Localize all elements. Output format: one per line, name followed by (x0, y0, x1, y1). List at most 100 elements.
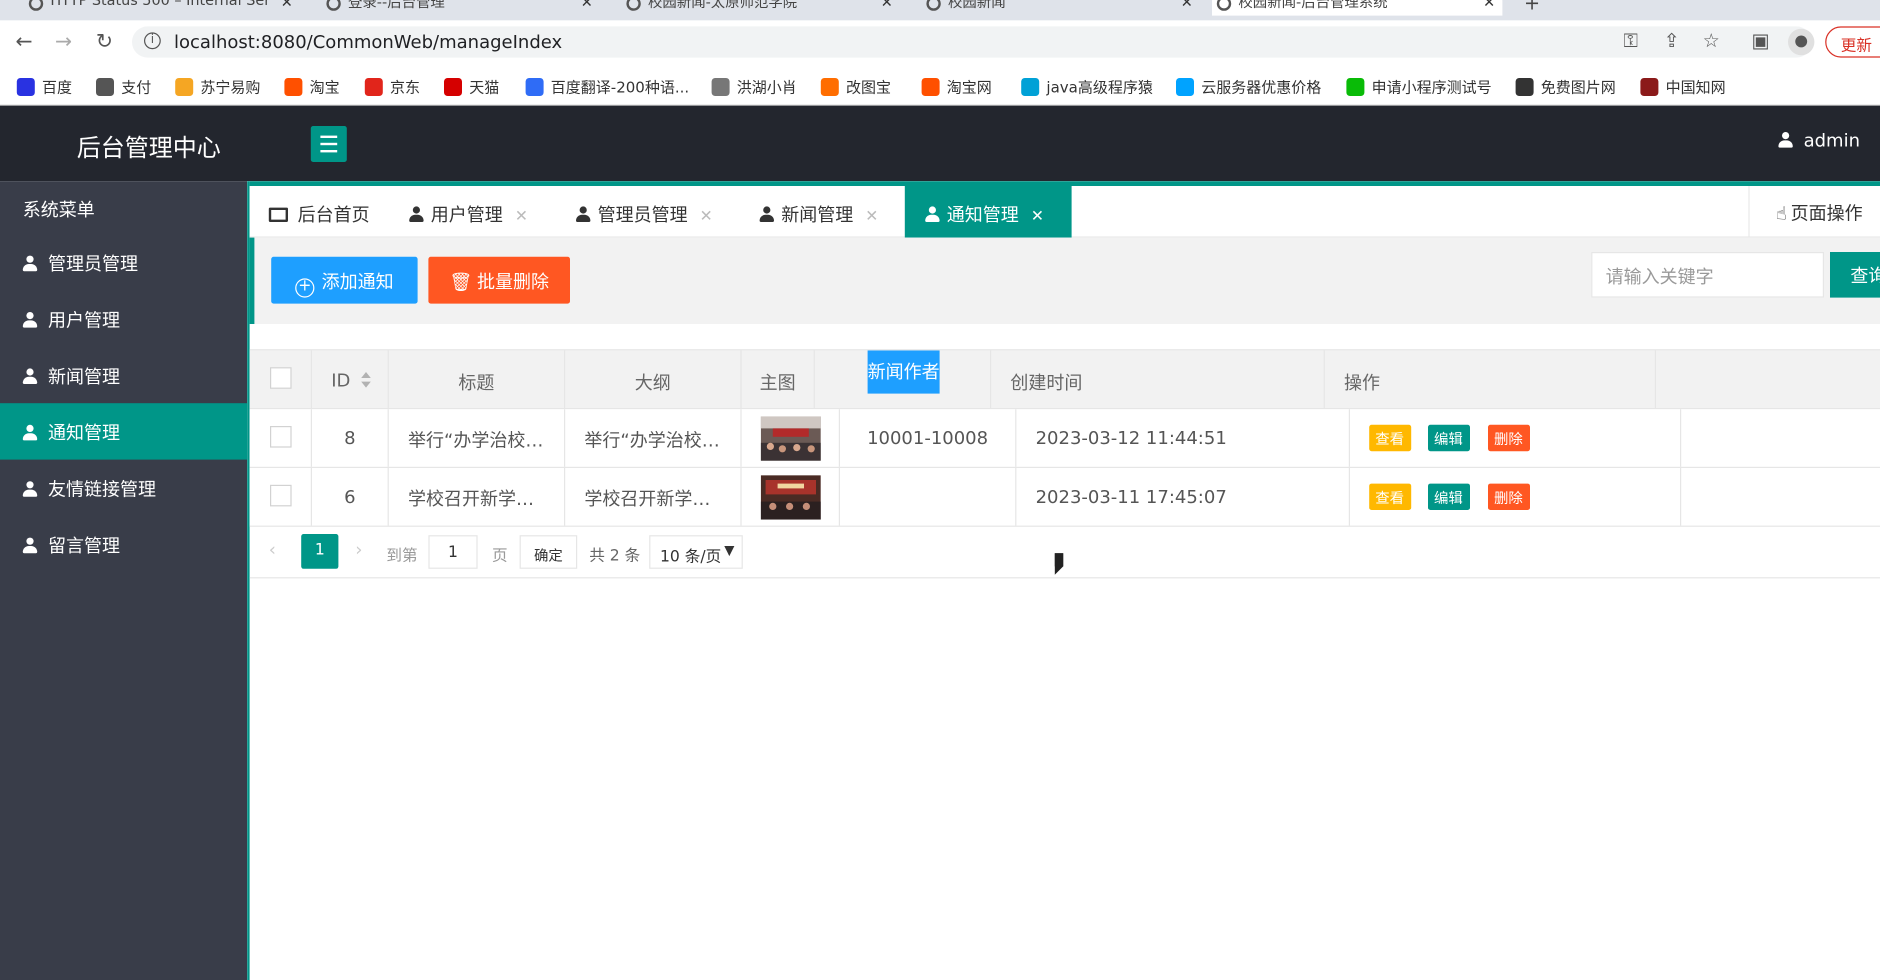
bookmark-icon (820, 78, 839, 96)
user-icon (22, 368, 38, 384)
next-page-icon[interactable]: › (355, 539, 362, 561)
bookmark-icon (1021, 78, 1040, 96)
prev-page-icon[interactable]: ‹ (269, 539, 276, 561)
back-icon[interactable]: ← (12, 30, 36, 54)
bookmark-item[interactable]: 改图宝 (820, 74, 891, 97)
select-all-checkbox[interactable] (250, 350, 312, 409)
close-icon[interactable]: ✕ (881, 0, 893, 11)
total-count: 共 2 条 (589, 547, 641, 566)
tab-users[interactable]: 用户管理 ✕ (409, 186, 528, 238)
page-operations-button[interactable]: ☝ 页面操作 (1748, 186, 1880, 238)
menu-toggle-button[interactable] (310, 126, 347, 162)
close-icon[interactable]: ✕ (1181, 0, 1193, 11)
column-outline: 大纲 (565, 350, 742, 409)
close-icon[interactable]: ✕ (281, 0, 293, 11)
bookmark-item[interactable]: 苏宁易购 (175, 74, 260, 97)
browser-tab[interactable]: 校园新闻-太原师范学院 ✕ (622, 0, 900, 16)
news-thumbnail[interactable] (760, 475, 821, 520)
current-page[interactable]: 1 (301, 534, 339, 569)
key-icon[interactable]: ⚿ (1618, 29, 1644, 53)
tab-notices[interactable]: 通知管理 ✕ (904, 186, 1072, 238)
tab-home[interactable]: 后台首页 (268, 186, 370, 238)
bookmark-item[interactable]: 淘宝 (284, 74, 340, 97)
globe-icon (926, 0, 941, 11)
confirm-page-button[interactable]: 确定 (519, 535, 578, 569)
sidebar-item-notices[interactable]: 通知管理 (0, 403, 248, 460)
user-icon (22, 537, 38, 554)
checkbox[interactable] (270, 367, 292, 389)
info-icon[interactable]: i (144, 32, 161, 50)
view-button[interactable]: 查看 (1369, 424, 1412, 452)
profile-icon[interactable]: ● (1788, 28, 1815, 56)
sidepanel-icon[interactable]: ▣ (1747, 29, 1773, 52)
share-icon[interactable]: ⇪ (1658, 29, 1684, 52)
news-thumbnail[interactable] (760, 416, 821, 461)
row-checkbox[interactable] (250, 468, 312, 526)
delete-button[interactable]: 删除 (1488, 424, 1530, 452)
page-size-select[interactable]: 10 条/页 ▼ (649, 535, 743, 569)
content-area: 后台首页 用户管理 ✕ 管理员管理 ✕ 新闻管理 ✕ 通知管理 ✕ ☝ 页面操作 + 添加通… (247, 181, 1880, 980)
sort-icon[interactable] (360, 372, 372, 389)
forward-icon[interactable]: → (52, 30, 76, 54)
browser-tab-active[interactable]: 校园新闻-后台管理系统 ✕ (1212, 0, 1503, 16)
browser-tab[interactable]: 校园新闻 ✕ (922, 0, 1200, 16)
edit-button[interactable]: 编辑 (1428, 424, 1470, 452)
reload-icon[interactable]: ↻ (92, 30, 116, 54)
close-icon[interactable]: ✕ (1483, 0, 1495, 11)
sidebar-item-news[interactable]: 新闻管理 (0, 347, 247, 403)
row-checkbox[interactable] (250, 409, 312, 467)
bookmark-icon (364, 78, 383, 96)
new-tab-button[interactable]: + (1517, 0, 1546, 16)
bookmark-icon (175, 78, 194, 96)
tab-admins[interactable]: 管理员管理 ✕ (576, 186, 713, 238)
page-number-input[interactable]: 1 (428, 535, 478, 569)
sidebar-item-users[interactable]: 用户管理 (0, 290, 247, 346)
tab-news[interactable]: 新闻管理 ✕ (759, 186, 878, 238)
address-bar-row: ← → ↻ i localhost:8080/CommonWeb/manageI… (0, 20, 1880, 64)
cell-image[interactable] (742, 468, 841, 526)
edit-button[interactable]: 编辑 (1428, 483, 1470, 511)
bookmark-item[interactable]: 淘宝网 (921, 74, 992, 97)
user-menu[interactable]: admin (1778, 130, 1880, 151)
close-icon[interactable]: ✕ (700, 208, 713, 226)
bookmark-item[interactable]: java高级程序猿 (1021, 74, 1153, 97)
search-button[interactable]: 查询 (1830, 252, 1880, 298)
update-button[interactable]: 更新 (1825, 26, 1880, 58)
sidebar-item-messages[interactable]: 留言管理 (0, 516, 247, 572)
close-icon[interactable]: ✕ (581, 0, 593, 11)
address-bar[interactable]: i localhost:8080/CommonWeb/manageIndex (132, 26, 1813, 58)
batch-delete-button[interactable]: 🗑 批量删除 (428, 256, 570, 304)
sidebar-item-links[interactable]: 友情链接管理 (0, 460, 247, 516)
bookmark-item[interactable]: 洪湖小肖 (711, 74, 797, 97)
view-button[interactable]: 查看 (1369, 483, 1412, 511)
star-icon[interactable]: ☆ (1698, 29, 1724, 52)
column-id[interactable]: ID (312, 350, 389, 409)
bookmark-item[interactable]: 支付 (96, 74, 151, 97)
column-author: 新闻作者 (815, 350, 992, 409)
browser-tabstrip: HTTP Status 500 – Internal Ser ✕ 登录--后台管… (0, 0, 1880, 21)
bookmark-item[interactable]: 百度翻译-200种语... (525, 74, 689, 97)
bookmark-item[interactable]: 免费图片网 (1515, 74, 1616, 97)
browser-tab[interactable]: 登录--后台管理 ✕ (322, 0, 600, 16)
close-icon[interactable]: ✕ (515, 208, 528, 226)
search-input[interactable]: 请输入关键字 (1591, 252, 1825, 298)
globe-icon (1216, 0, 1232, 11)
bookmark-item[interactable]: 云服务器优惠价格 (1176, 74, 1321, 97)
browser-tab[interactable]: HTTP Status 500 – Internal Ser ✕ (24, 0, 300, 16)
bookmark-item[interactable]: 京东 (364, 74, 420, 97)
column-actions: 操作 (1325, 350, 1657, 409)
cell-image[interactable] (742, 409, 841, 467)
close-icon[interactable]: ✕ (1031, 208, 1044, 226)
checkbox[interactable] (270, 426, 292, 448)
chevron-down-icon: ▼ (724, 542, 735, 558)
sidebar-item-admin[interactable]: 管理员管理 (0, 234, 247, 290)
bookmark-item[interactable]: 申请小程序测试号 (1346, 74, 1492, 97)
close-icon[interactable]: ✕ (865, 208, 878, 226)
cell-created: 2023-03-12 11:44:51 (1016, 409, 1350, 467)
bookmark-item[interactable]: 中国知网 (1640, 74, 1726, 97)
checkbox[interactable] (270, 484, 292, 507)
bookmark-item[interactable]: 百度 (16, 74, 72, 97)
add-notice-button[interactable]: + 添加通知 (271, 256, 418, 304)
delete-button[interactable]: 删除 (1488, 483, 1530, 511)
bookmark-item[interactable]: 天猫 (444, 74, 499, 97)
